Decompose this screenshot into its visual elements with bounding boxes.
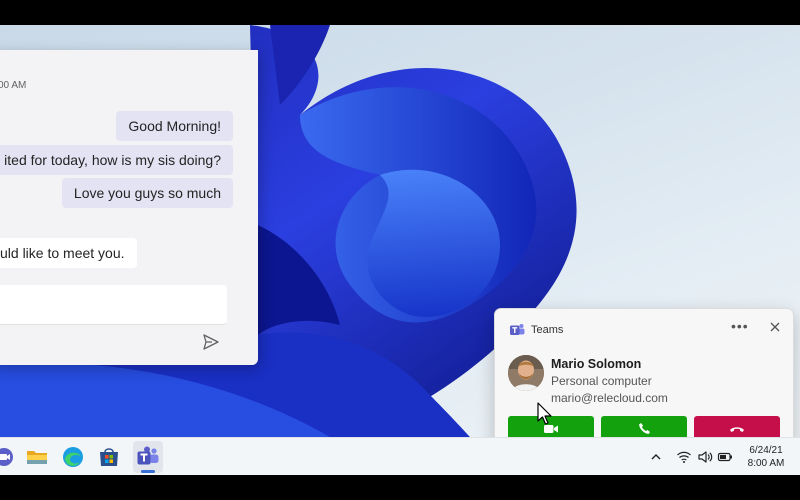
teams-logo-icon [510, 324, 525, 335]
clock-time: 8:00 AM [747, 458, 785, 469]
notification-app-name: Teams [531, 324, 564, 336]
chat-window: 00 AM Good Morning! ited for today, how … [0, 50, 258, 365]
wifi-icon[interactable] [676, 449, 692, 465]
mouse-cursor-icon [537, 402, 552, 425]
caller-device: Personal computer [551, 374, 652, 388]
battery-icon[interactable] [717, 449, 733, 465]
taskbar: 6/24/21 8:00 AM [0, 437, 800, 475]
send-icon[interactable] [202, 333, 220, 351]
decline-call-button[interactable] [694, 416, 780, 437]
compose-message-input[interactable] [0, 285, 227, 325]
desktop: 00 AM Good Morning! ited for today, how … [0, 25, 800, 437]
caller-email: mario@relecloud.com [551, 391, 668, 405]
edge-browser-icon[interactable] [61, 445, 85, 469]
received-message-bubble: uld like to meet you. [0, 238, 137, 268]
active-app-indicator [141, 470, 155, 473]
message-timestamp: 00 AM [0, 80, 27, 91]
more-options-button[interactable]: ••• [731, 318, 749, 334]
accept-audio-call-button[interactable] [601, 416, 687, 437]
file-explorer-icon[interactable] [25, 445, 49, 469]
close-icon[interactable] [768, 320, 782, 334]
caller-name: Mario Solomon [551, 357, 642, 371]
teams-icon[interactable] [136, 445, 160, 469]
message-bubble: Love you guys so much [61, 178, 233, 208]
hang-up-icon [730, 426, 744, 432]
phone-icon [638, 423, 650, 434]
clock-date: 6/24/21 [749, 445, 783, 456]
volume-icon[interactable] [697, 449, 713, 465]
caller-avatar [508, 355, 544, 391]
system-clock[interactable]: 6/24/21 8:00 AM [742, 444, 790, 470]
letterbox-top [0, 0, 800, 25]
letterbox-bottom [0, 475, 800, 500]
partial-app-icon[interactable] [0, 445, 16, 469]
message-bubble: Good Morning! [116, 111, 233, 141]
microsoft-store-icon[interactable] [97, 445, 121, 469]
message-bubble: ited for today, how is my sis doing? [0, 145, 233, 175]
chevron-up-icon[interactable] [648, 449, 664, 465]
